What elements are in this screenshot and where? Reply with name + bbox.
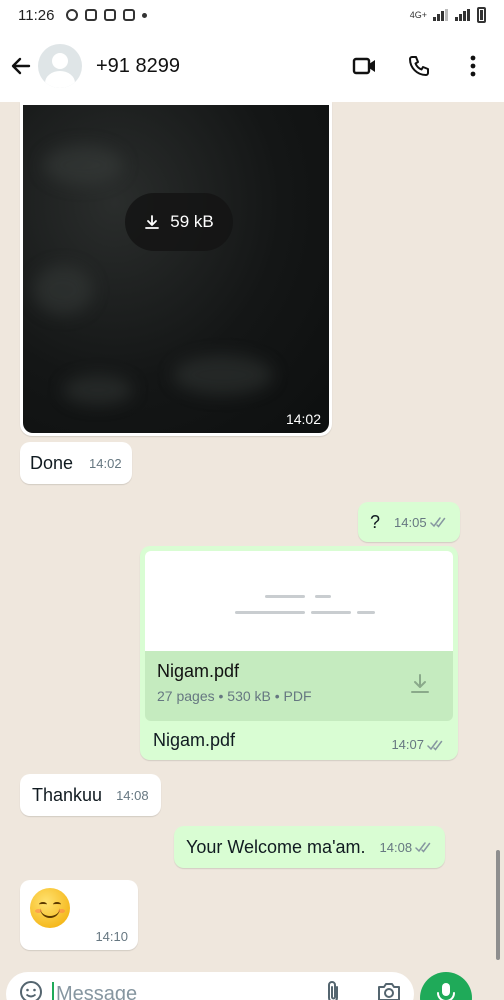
camera-button[interactable] [376,980,402,1000]
document-message[interactable]: Nigam.pdf 27 pages • 530 kB • PDF Nigam.… [140,546,458,760]
message-text: ? [370,511,381,532]
emoji-picker-button[interactable] [18,979,44,1000]
scrollbar[interactable] [496,850,500,960]
message-time: 14:02 [89,455,122,471]
download-icon [145,215,160,229]
camera-icon [378,982,400,1000]
back-button[interactable] [6,51,36,81]
image-size: 59 kB [170,212,214,231]
facebook-icon [66,9,79,21]
message-text: Your Welcome ma'am. [186,836,366,857]
pdf-caption: Nigam.pdf [153,730,236,750]
message-time: 14:08 [116,787,149,803]
notification-icons [66,9,148,21]
video-camera-icon [352,57,375,75]
message-time: 14:02 [285,411,321,427]
chat-area[interactable]: 59 kB 14:02 Done 14:02 ? 14:05 Nigam.pdf… [0,102,504,970]
double-check-icon [415,842,431,853]
more-vertical-icon [470,55,476,77]
blurred-image-preview: 59 kB 14:02 [23,105,329,433]
pdf-download-button[interactable] [409,673,431,700]
status-bar: 11:26 4G+ [0,0,504,30]
sticker-smiley-icon [20,980,42,1000]
double-check-icon [427,739,443,751]
battery-icon [477,7,486,23]
avatar[interactable] [38,44,82,88]
download-icon [411,674,429,693]
contact-name[interactable]: +91 8299 [96,55,196,78]
message-time: 14:08 [379,839,413,855]
message-incoming[interactable]: Thankuu 14:08 [20,774,161,816]
pdf-details: 27 pages • 530 kB • PDF [157,688,312,704]
message-text: Done [30,452,74,473]
more-notifications-dot-icon [142,12,148,18]
pdf-preview [145,551,453,651]
text-cursor [52,982,54,1000]
pdf-filename: Nigam.pdf [157,661,240,681]
more-options-button[interactable] [460,53,486,79]
signal-icon [433,9,448,21]
paperclip-icon [328,980,338,1000]
message-time: 14:07 [391,737,424,752]
voice-call-button[interactable] [406,53,432,79]
chat-header: +91 8299 [0,30,504,102]
attach-button[interactable] [324,979,342,1000]
composer: Message [0,970,504,1000]
image-message[interactable]: 59 kB 14:02 [20,102,332,436]
video-call-button[interactable] [352,53,378,79]
instagram-icon [104,9,117,21]
voice-record-button[interactable] [420,972,472,1000]
instagram-icon [85,9,98,21]
pdf-file-card[interactable]: Nigam.pdf 27 pages • 530 kB • PDF [145,651,453,721]
message-incoming[interactable]: Done 14:02 [20,442,132,484]
message-input[interactable]: Message [6,972,414,1000]
message-time: 14:10 [95,929,128,944]
arrow-left-icon [11,57,31,75]
instagram-icon [123,9,136,21]
phone-icon [409,56,429,76]
microphone-icon [437,983,455,1000]
message-text: Thankuu [32,784,103,805]
emoji-message[interactable]: 14:10 [20,880,138,950]
message-outgoing[interactable]: Your Welcome ma'am. 14:08 [174,826,446,868]
message-time: 14:05 [394,514,427,530]
message-outgoing[interactable]: ? 14:05 [358,502,460,542]
message-placeholder: Message [56,982,138,1000]
system-icons: 4G+ [410,7,486,23]
network-type: 4G+ [409,10,427,20]
status-time: 11:26 [18,6,55,24]
double-check-icon [429,517,445,528]
smiling-face-emoji-icon [30,888,70,928]
image-download-button[interactable]: 59 kB [125,193,233,251]
signal-icon [455,9,470,21]
